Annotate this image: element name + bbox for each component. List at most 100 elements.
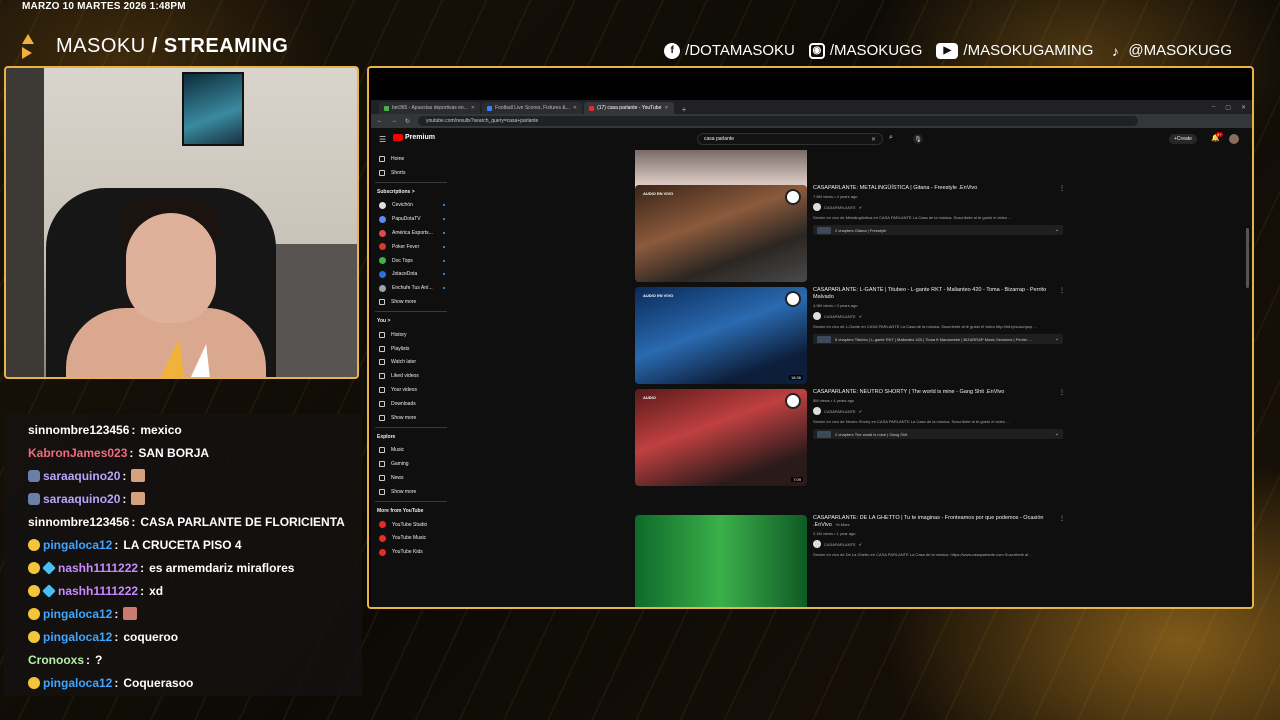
sub-badge-icon bbox=[28, 561, 40, 574]
youtube-logo[interactable]: Premium bbox=[393, 134, 435, 141]
close-tab-icon[interactable]: ✕ bbox=[471, 105, 475, 111]
video-title[interactable]: CASAPARLANTE: METALINGÜÍSTICA | Gitana -… bbox=[813, 185, 1063, 192]
sidebar-item[interactable]: YouTube Music bbox=[371, 532, 451, 546]
close-icon[interactable]: ✕ bbox=[1241, 104, 1246, 111]
sidebar-item[interactable]: Music bbox=[371, 444, 451, 458]
sidebar-item[interactable]: Watch later bbox=[371, 356, 451, 370]
search-input[interactable]: casa parlante ✕ bbox=[697, 133, 883, 145]
create-button[interactable]: + Create bbox=[1169, 134, 1197, 144]
chat-message: KabronJames023: SAN BORJA bbox=[28, 445, 210, 460]
address-bar[interactable]: youtube.com/results?search_query=casa+pa… bbox=[418, 116, 1139, 126]
clear-icon[interactable]: ✕ bbox=[871, 136, 876, 143]
video-thumbnail[interactable]: AUDIO EN VIVO 18:36 bbox=[635, 287, 807, 384]
menu-icon[interactable]: ☰ bbox=[379, 135, 386, 144]
chat-username[interactable]: sinnombre123456 bbox=[28, 515, 129, 529]
sub-badge-icon bbox=[28, 607, 40, 620]
minimize-icon[interactable]: – bbox=[1212, 104, 1215, 111]
video-title[interactable]: CASAPARLANTE: NEUTRO SHORTY | The world … bbox=[813, 389, 1063, 396]
chapters-row[interactable]: 2 chapters The world is mine | Gang Shit… bbox=[813, 429, 1063, 439]
sidebar-item[interactable]: Cevichón bbox=[371, 199, 451, 213]
sidebar-item[interactable]: Playlists bbox=[371, 342, 451, 356]
sidebar-item[interactable]: Home bbox=[371, 152, 451, 166]
forward-icon[interactable]: → bbox=[391, 118, 397, 124]
sidebar-item[interactable]: YouTube Studio bbox=[371, 518, 451, 532]
playlists-icon bbox=[379, 345, 385, 352]
browser-tab[interactable]: Football Live Scores, Fixtures &... ✕ bbox=[482, 102, 583, 114]
more-options-icon[interactable]: ⋮ bbox=[1059, 515, 1065, 522]
channel-link[interactable]: CASAPARLANTE ✔ bbox=[813, 312, 1063, 320]
channel-link[interactable]: CASAPARLANTE ✔ bbox=[813, 407, 1063, 415]
sidebar-item[interactable]: YouTube Kids bbox=[371, 545, 451, 559]
reload-icon[interactable]: ↻ bbox=[405, 118, 410, 125]
video-title[interactable]: CASAPARLANTE: DE LA GHETTO | Tu te imagi… bbox=[813, 515, 1063, 529]
sidebar-item[interactable]: Shorts bbox=[371, 166, 451, 180]
chat-text: ? bbox=[95, 652, 103, 667]
sidebar-item[interactable]: Doc Tops bbox=[371, 254, 451, 268]
sidebar-item[interactable]: Show more bbox=[371, 295, 451, 309]
sidebar-section-heading[interactable]: More from YouTube bbox=[371, 504, 451, 518]
browser-toolbar: ← → ↻ youtube.com/results?search_query=c… bbox=[371, 114, 1252, 128]
chat-username[interactable]: pingaloca12 bbox=[43, 607, 112, 621]
chevron-down-icon[interactable]: ⌄ bbox=[1055, 336, 1059, 342]
chat-username[interactable]: KabronJames023 bbox=[28, 446, 127, 460]
chevron-down-icon[interactable]: ⌄ bbox=[1055, 227, 1059, 233]
sidebar-item[interactable]: Liked videos bbox=[371, 369, 451, 383]
browser-tab[interactable]: (17) casa parlante - YouTube ✕ bbox=[584, 102, 674, 114]
more-options-icon[interactable]: ⋮ bbox=[1059, 185, 1065, 192]
social-label: @MASOKUGG bbox=[1128, 42, 1232, 59]
chat-username[interactable]: saraaquino20 bbox=[43, 469, 120, 483]
chat-username[interactable]: nashh1111222 bbox=[58, 561, 138, 575]
video-thumbnail[interactable]: AUDIO EN VIVO bbox=[635, 185, 807, 282]
chat-message: nashh1111222: es armemdariz miraflores bbox=[28, 556, 356, 579]
back-icon[interactable]: ← bbox=[377, 118, 383, 124]
chat-username[interactable]: pingaloca12 bbox=[43, 676, 112, 690]
chat-username[interactable]: saraaquino20 bbox=[43, 492, 120, 506]
sidebar-item[interactable]: Show more bbox=[371, 485, 451, 499]
show-more-results[interactable]: +6 More bbox=[835, 522, 850, 527]
channel-link[interactable]: CASAPARLANTE ✔ bbox=[813, 540, 1063, 548]
sidebar-item[interactable]: Downloads bbox=[371, 397, 451, 411]
sidebar-item[interactable]: Gaming bbox=[371, 457, 451, 471]
video-thumbnail[interactable] bbox=[635, 515, 807, 607]
sidebar-item[interactable]: PapuDotaTV bbox=[371, 212, 451, 226]
sidebar-item[interactable]: América Esports... bbox=[371, 226, 451, 240]
chat-username[interactable]: nashh1111222 bbox=[58, 584, 138, 598]
sidebar-item[interactable]: Show more bbox=[371, 411, 451, 425]
youtube-sidebar: Home Shorts Subscriptions > Cevichón PapuDot… bbox=[371, 152, 451, 607]
more-options-icon[interactable]: ⋮ bbox=[1059, 389, 1065, 396]
sidebar-item[interactable]: Enchufe Tus Aní... bbox=[371, 281, 451, 295]
chat-username[interactable]: pingaloca12 bbox=[43, 630, 112, 644]
chapters-row[interactable]: 6 chapters Titubeo | L-gante RKT | Malia… bbox=[813, 334, 1063, 344]
channel-link[interactable]: CASAPARLANTE ✔ bbox=[813, 203, 1063, 211]
sidebar-section-heading[interactable]: Explore bbox=[371, 430, 451, 444]
maximize-icon[interactable]: ▢ bbox=[1225, 104, 1231, 111]
channel-name: CASAPARLANTE bbox=[824, 313, 856, 319]
avatar[interactable] bbox=[1229, 134, 1239, 144]
new-content-dot bbox=[443, 232, 445, 235]
sidebar-section-heading[interactable]: You > bbox=[371, 314, 451, 328]
sidebar-item[interactable]: News bbox=[371, 471, 451, 485]
browser-tab[interactable]: bet365 - Apuestas deportivas en... ✕ bbox=[379, 102, 481, 114]
sidebar-item[interactable]: JotaceDota bbox=[371, 268, 451, 282]
sidebar-item[interactable]: History bbox=[371, 328, 451, 342]
sidebar-section-heading[interactable]: Subscriptions > bbox=[371, 185, 451, 199]
scrollbar[interactable] bbox=[1246, 228, 1249, 288]
sidebar-item-label: América Esports... bbox=[392, 230, 433, 237]
search-icon[interactable]: ⌕ bbox=[889, 134, 893, 142]
close-tab-icon[interactable]: ✕ bbox=[664, 105, 668, 111]
chat-username[interactable]: sinnombre123456 bbox=[28, 423, 129, 437]
sidebar-item[interactable]: Your videos bbox=[371, 383, 451, 397]
new-tab-icon[interactable]: + bbox=[676, 105, 693, 114]
chevron-down-icon[interactable]: ⌄ bbox=[1055, 431, 1059, 437]
close-tab-icon[interactable]: ✕ bbox=[573, 105, 577, 111]
more-options-icon[interactable]: ⋮ bbox=[1059, 287, 1065, 294]
sidebar-item[interactable]: Poker Fever bbox=[371, 240, 451, 254]
microphone-icon[interactable]: 🎙 bbox=[913, 134, 923, 144]
chapters-row[interactable]: 2 chapters Gitana | Freestyle ⌄ bbox=[813, 225, 1063, 235]
chat-username[interactable]: Cronooxs bbox=[28, 653, 84, 667]
video-thumbnail[interactable]: AUDIO 7:09 bbox=[635, 389, 807, 486]
chat-username[interactable]: pingaloca12 bbox=[43, 538, 112, 552]
video-title[interactable]: CASAPARLANTE: L-GANTE | Titubeo - L-gant… bbox=[813, 287, 1063, 301]
channel-avatar bbox=[379, 270, 386, 278]
social-facebook: f /DOTAMASOKU bbox=[664, 42, 795, 59]
